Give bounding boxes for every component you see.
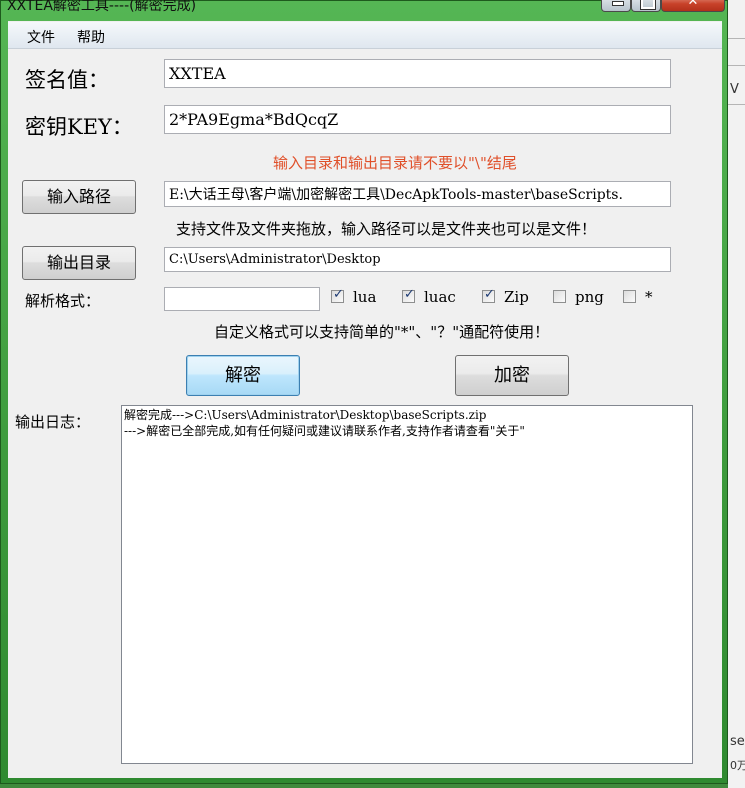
encrypt-button-label: 加密 xyxy=(494,365,530,386)
checkbox-box[interactable] xyxy=(553,290,566,303)
input-path-button-label: 输入路径 xyxy=(46,187,111,206)
signature-label: 签名值： xyxy=(25,68,109,92)
background-text: V xyxy=(730,82,739,97)
checkbox-label: lua xyxy=(353,288,377,306)
key-input[interactable] xyxy=(164,105,671,134)
menu-bar: 文件 帮助 xyxy=(8,22,722,49)
input-path-hint: 支持文件及文件夹拖放，输入路径可以是文件夹也可以是文件！ xyxy=(176,220,597,238)
output-dir-button-label: 输出目录 xyxy=(46,253,111,272)
menu-help[interactable]: 帮助 xyxy=(77,27,105,47)
output-dir-button[interactable]: 输出目录 xyxy=(22,246,136,280)
checkbox-box[interactable] xyxy=(623,290,636,303)
key-label: 密钥KEY： xyxy=(25,115,133,139)
input-path-field[interactable] xyxy=(164,181,671,207)
decrypt-button-label: 解密 xyxy=(225,365,261,386)
wildcard-hint: 自定义格式可以支持简单的"*"、"？"通配符使用！ xyxy=(214,323,550,341)
check-icon: ✓ xyxy=(484,287,495,302)
checkbox-label: png xyxy=(575,288,604,306)
format-label: 解析格式： xyxy=(25,292,101,310)
check-icon: ✓ xyxy=(333,287,344,302)
path-warning: 输入目录和输出目录请不要以"\"结尾 xyxy=(273,154,517,172)
minimize-button[interactable] xyxy=(601,0,631,12)
checkbox-label: Zip xyxy=(504,288,529,306)
signature-input[interactable] xyxy=(164,59,671,88)
maximize-icon xyxy=(640,0,656,10)
input-path-button[interactable]: 输入路径 xyxy=(22,180,136,214)
title-bar[interactable]: XXTEA解密工具----(解密完成) ✕ xyxy=(1,0,727,21)
check-icon: ✓ xyxy=(404,287,415,302)
pane-divider xyxy=(728,38,745,39)
format-input[interactable] xyxy=(164,287,320,311)
background-text: se xyxy=(730,734,745,749)
log-line: --->解密已全部完成,如有任何疑问或建议请联系作者,支持作者请查看"关于" xyxy=(124,424,525,438)
pane-divider xyxy=(728,104,745,105)
window-title: XXTEA解密工具----(解密完成) xyxy=(7,0,197,14)
background-text: 0万 xyxy=(730,759,745,772)
close-icon: ✕ xyxy=(687,0,699,9)
maximize-button[interactable] xyxy=(631,0,661,12)
app-window: XXTEA解密工具----(解密完成) ✕ 文件 帮助 签名值： 密钥KEY： … xyxy=(0,0,728,784)
checkbox-label: * xyxy=(645,288,653,306)
menu-file[interactable]: 文件 xyxy=(27,27,55,47)
output-dir-field[interactable] xyxy=(164,247,671,272)
pane-divider xyxy=(728,65,745,66)
output-log[interactable]: 解密完成--->C:\Users\Administrator\Desktop\b… xyxy=(121,405,693,764)
checkbox-box[interactable]: ✓ xyxy=(402,287,415,303)
checkbox-label: luac xyxy=(424,288,456,306)
decrypt-button[interactable]: 解密 xyxy=(186,355,300,396)
minimize-icon xyxy=(612,1,624,6)
client-area: 文件 帮助 签名值： 密钥KEY： 输入目录和输出目录请不要以"\"结尾 输入路… xyxy=(8,21,722,778)
checkbox-box[interactable]: ✓ xyxy=(482,287,495,303)
background-window-edge: V se 0万 xyxy=(728,0,745,788)
log-label: 输出日志： xyxy=(15,413,91,431)
checkbox-box[interactable]: ✓ xyxy=(331,287,344,303)
encrypt-button[interactable]: 加密 xyxy=(455,355,569,396)
close-button[interactable]: ✕ xyxy=(661,0,725,12)
log-line: 解密完成--->C:\Users\Administrator\Desktop\b… xyxy=(124,408,487,422)
